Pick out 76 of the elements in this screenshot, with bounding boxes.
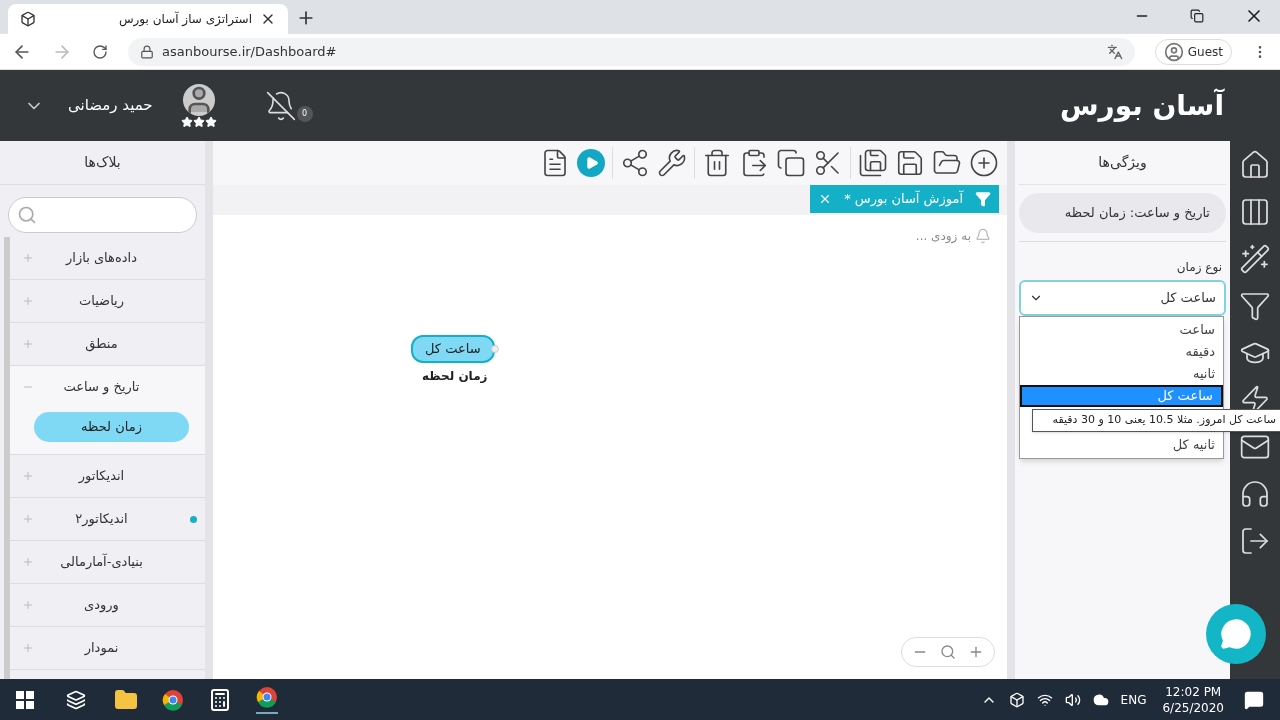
plus-icon [22,642,34,654]
wrench-icon[interactable] [657,148,687,178]
dropdown-option[interactable]: ساعت [1020,319,1223,341]
panel-title: ویژگی‌ها [1098,153,1147,173]
category-item[interactable]: اندیکاتور۲ [10,498,205,540]
panel-title: بلاک‌ها [84,153,121,172]
translate-icon[interactable] [1106,43,1123,60]
lock-icon [140,44,154,59]
search-icon[interactable] [940,644,956,660]
file-explorer-icon[interactable] [114,687,138,712]
chat-icon [1220,618,1252,650]
plus-icon [22,599,34,611]
notifications-icon[interactable] [1244,689,1264,710]
notification-badge: 0 [296,105,313,122]
plus-icon [22,470,34,482]
profile-icon [1163,41,1184,62]
save-as-icon[interactable] [858,148,888,178]
plus-icon [22,556,34,568]
filter-icon[interactable] [1239,290,1271,322]
category-item[interactable]: منطق [10,323,205,365]
filter-icon [975,191,991,207]
chrome-icon[interactable] [162,688,184,711]
dropdown-option[interactable]: ثانیه کل [1020,433,1223,456]
url-text: asanbourse.ir/Dashboard# [162,42,338,61]
play-button[interactable] [577,149,605,177]
address-field[interactable]: asanbourse.ir/Dashboard# [128,37,1135,66]
dropdown-option[interactable]: ثانیه [1020,363,1223,385]
category-item[interactable]: ورودی [10,584,205,626]
language-indicator[interactable]: ENG [1120,690,1147,709]
calculator-icon[interactable] [208,687,232,712]
plus-icon [22,513,34,525]
tooltip: ساعت کل امروز. مثلا 10.5 یعنی 10 و 30 دقیقه [1032,409,1280,432]
logo-text: آسان بورس [1059,87,1224,124]
plus-icon [22,252,34,264]
category-item[interactable]: بنیادی-آمارمالی [10,541,205,583]
plus-icon [22,338,34,350]
category-item[interactable]: داده‌های بازار [10,237,205,279]
connector-port [490,345,499,353]
plus-icon [22,295,34,307]
windows-start-icon[interactable] [16,690,34,709]
search-field[interactable] [8,197,197,233]
category-item[interactable]: ریاضیات [10,280,205,322]
search-icon [17,205,37,225]
bell-off-icon[interactable] [264,89,297,122]
bell-icon [975,228,991,244]
play-icon [585,156,599,170]
tab-title: استراتژی ساز آسان بورس [117,10,252,28]
copy-icon[interactable] [776,148,806,178]
block-chip[interactable]: زمان لحظه [34,412,189,442]
field-label: نوع زمان [1175,259,1223,276]
browser-tab[interactable]: استراتژی ساز آسان بورس [8,4,288,34]
add-icon[interactable] [969,148,999,178]
dropdown-option[interactable]: دقیقه [1020,341,1223,363]
category-item[interactable]: تاریخ و ساعت [10,366,205,408]
clock[interactable]: 12:02 PM 6/25/2020 [1162,683,1224,716]
category-item[interactable]: نمودار [10,627,205,669]
trash-icon[interactable] [702,148,732,178]
reload-icon[interactable] [92,43,108,60]
share-icon[interactable] [620,148,650,178]
avatar-icon [182,83,215,116]
volume-icon[interactable] [1064,691,1081,708]
logout-icon[interactable] [1239,525,1271,557]
save-icon[interactable] [895,148,925,178]
restore-icon[interactable] [1190,9,1204,23]
hint-text: به زودی ... [915,228,971,245]
block-name-pill: تاریخ و ساعت: زمان لحظه [1019,193,1226,233]
category-item[interactable]: اندیکاتور [10,455,205,497]
home-icon[interactable] [1239,149,1271,181]
node-caption: زمان لحظه [422,368,488,385]
magic-wand-icon[interactable] [1239,243,1271,275]
columns-icon[interactable] [1239,196,1271,228]
user-name: حمید رمضانی [68,95,153,117]
headset-icon[interactable] [1239,478,1271,510]
time-type-select[interactable]: ساعت کل [1019,280,1226,316]
node-block[interactable]: ساعت کل [411,335,495,363]
chrome-icon[interactable] [256,685,278,708]
